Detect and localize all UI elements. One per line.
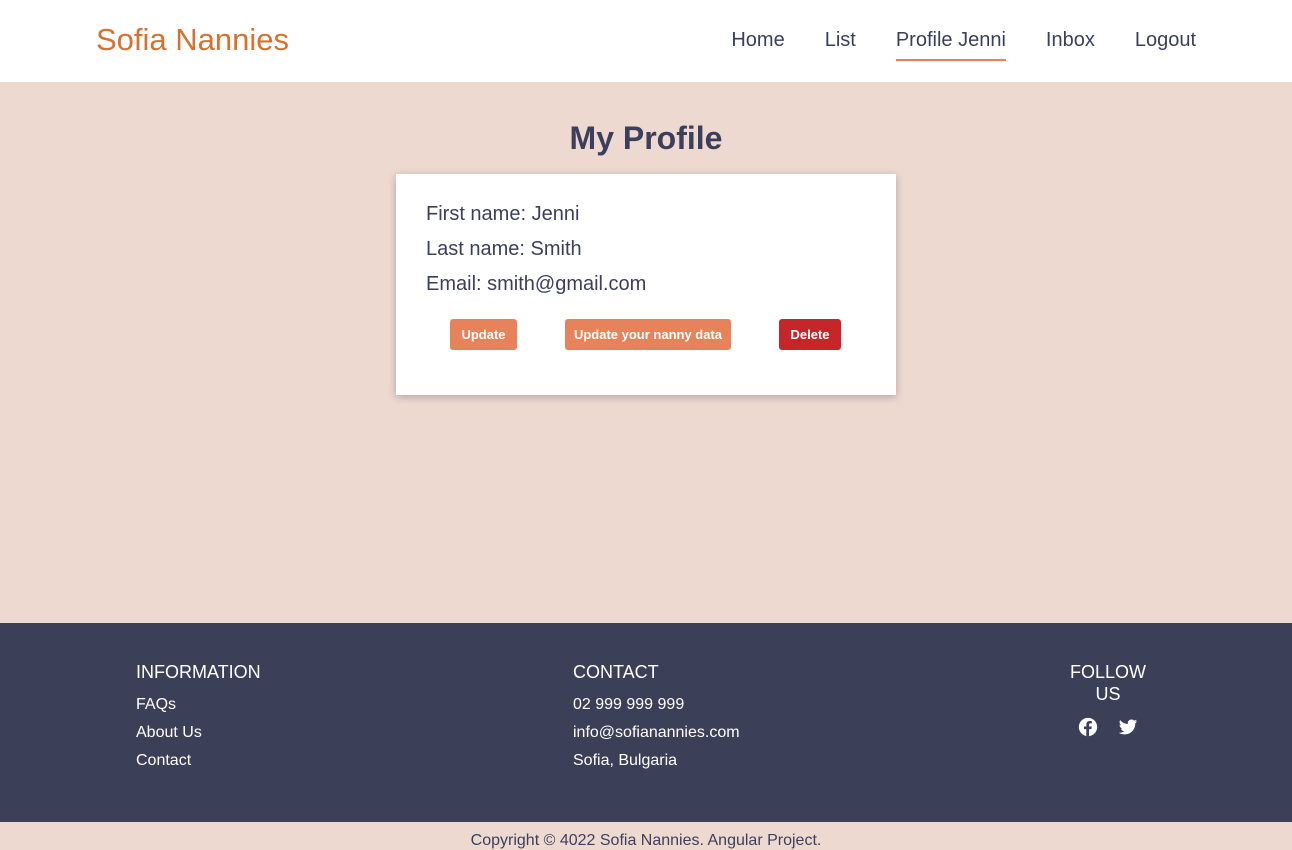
email-field: Email: smith@gmail.com	[426, 273, 647, 295]
nav-profile[interactable]: Profile Jenni	[895, 28, 1006, 62]
contact-phone: 02 999 999 999	[573, 696, 685, 713]
nav-inbox[interactable]: Inbox	[1046, 28, 1095, 62]
facebook-icon[interactable]	[1078, 717, 1098, 737]
site-footer: INFORMATION FAQs About Us Contact CONTAC…	[0, 623, 1292, 822]
update-nanny-data-button[interactable]: Update your nanny data	[565, 319, 731, 350]
delete-button[interactable]: Delete	[779, 319, 841, 350]
follow-heading: FOLLOW US	[1069, 662, 1146, 704]
nav-logout[interactable]: Logout	[1135, 28, 1196, 62]
twitter-icon[interactable]	[1118, 717, 1138, 737]
nav-list[interactable]: List	[825, 28, 856, 62]
nav-home[interactable]: Home	[731, 28, 784, 62]
contact-link[interactable]: Contact	[136, 751, 261, 771]
site-header: Sofia Nannies Home List Profile Jenni In…	[0, 0, 1292, 82]
last-name-field: Last name: Smith	[426, 238, 582, 260]
faqs-link[interactable]: FAQs	[136, 695, 261, 715]
contact-email: info@sofianannies.com	[573, 724, 740, 741]
main-content: My Profile First name: Jenni Last name: …	[0, 82, 1292, 623]
copyright-text: Copyright © 4022 Sofia Nannies. Angular …	[470, 832, 822, 849]
social-links	[1060, 717, 1156, 737]
contact-heading: CONTACT	[573, 662, 659, 682]
about-us-link[interactable]: About Us	[136, 723, 261, 743]
brand-logo-link[interactable]: Sofia Nannies	[96, 22, 289, 58]
footer-follow: FOLLOW US	[1060, 661, 1156, 737]
update-button[interactable]: Update	[450, 319, 517, 350]
main-nav: Home List Profile Jenni Inbox Logout	[731, 28, 1196, 62]
first-name-field: First name: Jenni	[426, 203, 580, 225]
information-heading: INFORMATION	[136, 662, 261, 682]
footer-information: INFORMATION FAQs About Us Contact	[136, 661, 261, 779]
footer-contact: CONTACT 02 999 999 999 info@sofianannies…	[573, 661, 740, 779]
contact-address: Sofia, Bulgaria	[573, 752, 678, 769]
page-title: My Profile	[569, 120, 723, 156]
profile-card: First name: Jenni Last name: Smith Email…	[396, 174, 896, 395]
